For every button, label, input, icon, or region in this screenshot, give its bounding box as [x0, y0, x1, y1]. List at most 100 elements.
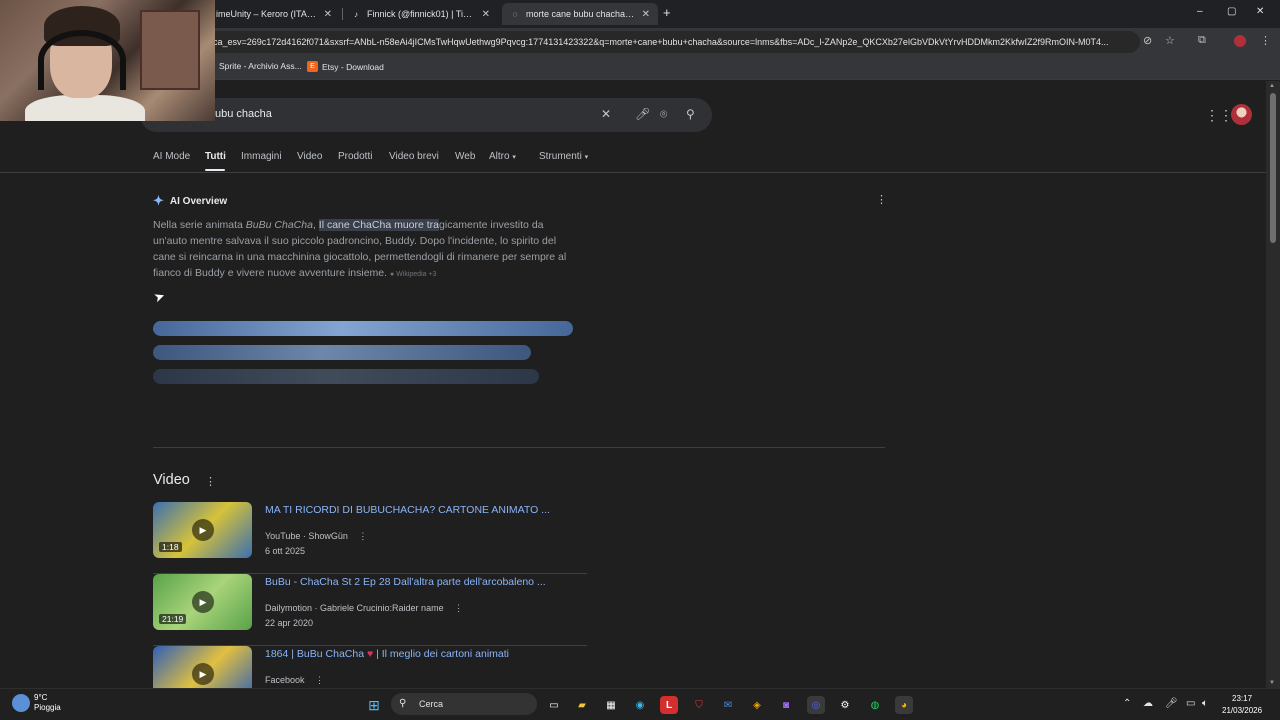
- taskbar-clock[interactable]: 23:17 21/03/2026: [1222, 693, 1262, 717]
- task-view-icon[interactable]: ▭: [545, 696, 563, 714]
- mouse-cursor-icon: ➤: [151, 287, 167, 306]
- source-chip[interactable]: ● Wikipedia +3: [390, 271, 436, 278]
- tab-all[interactable]: Tutti: [205, 151, 226, 162]
- scroll-up-icon[interactable]: ▲: [1269, 83, 1275, 89]
- close-window-button[interactable]: ✕: [1256, 6, 1264, 17]
- ai-text-part: ,: [312, 219, 319, 231]
- app-l-icon[interactable]: L: [660, 696, 678, 714]
- spotify-icon[interactable]: ◍: [866, 696, 884, 714]
- file-explorer-icon[interactable]: ▰: [573, 696, 591, 714]
- minimize-button[interactable]: –: [1197, 6, 1203, 17]
- close-icon[interactable]: ✕: [482, 9, 490, 20]
- discord-icon[interactable]: ◎: [807, 696, 825, 714]
- tab-more[interactable]: Altro ▾: [489, 151, 516, 162]
- tab-tools-label: Strumenti: [539, 151, 582, 162]
- video-title-link[interactable]: BuBu - ChaCha St 2 Ep 28 Dall'altra part…: [265, 576, 546, 588]
- onedrive-icon[interactable]: ☁: [1143, 698, 1153, 709]
- rain-cloud-icon: [12, 694, 30, 712]
- more-options-icon[interactable]: ⋮: [876, 193, 887, 206]
- weather-widget[interactable]: 9°C Pioggia: [12, 693, 61, 713]
- webcam-overlay: [0, 0, 215, 121]
- scrollbar-thumb[interactable]: [1270, 93, 1276, 243]
- browser-tab-animeunity[interactable]: imeUnity – Keroro (ITA) Stre ✕: [208, 3, 340, 25]
- more-options-icon[interactable]: ⋮: [358, 531, 367, 541]
- headset: [38, 30, 126, 90]
- close-icon[interactable]: ✕: [642, 9, 650, 20]
- tab-products[interactable]: Prodotti: [338, 151, 372, 162]
- ai-overview-header: ✦ AI Overview: [153, 193, 227, 209]
- chevron-down-icon: ▾: [512, 154, 516, 161]
- twitch-icon[interactable]: ◙: [777, 696, 795, 714]
- bookmark-sprite[interactable]: Sprite - Archivio Ass...: [219, 61, 302, 71]
- video-source: YouTube · ShowGün ⋮: [265, 531, 367, 542]
- mail-icon[interactable]: ✉: [719, 696, 737, 714]
- maximize-button[interactable]: ▢: [1227, 6, 1236, 17]
- search-query[interactable]: ubu chacha: [215, 108, 272, 120]
- video-thumbnail[interactable]: ▶: [153, 646, 252, 688]
- bookmark-etsy[interactable]: E Etsy - Download: [307, 61, 384, 72]
- tab-label: imeUnity – Keroro (ITA) Stre: [216, 9, 318, 19]
- video-result[interactable]: ▶ 1:18 MA TI RICORDI DI BUBUCHACHA? CART…: [153, 502, 587, 574]
- bookmark-label: Etsy - Download: [322, 61, 384, 72]
- star-icon[interactable]: ☆: [1165, 34, 1175, 47]
- loading-bar: [153, 369, 539, 384]
- browser-tab-tiktok[interactable]: ♪ Finnick (@finnick01) | TikTok ✕: [343, 3, 498, 25]
- lens-icon[interactable]: ⌾: [660, 107, 667, 122]
- video-thumbnail[interactable]: ▶ 21:19: [153, 574, 252, 630]
- sparkle-icon: ✦: [153, 193, 164, 208]
- video-result[interactable]: ▶ 21:19 BuBu - ChaCha St 2 Ep 28 Dall'al…: [153, 574, 587, 646]
- scroll-down-icon[interactable]: ▼: [1269, 680, 1275, 686]
- edge-icon[interactable]: ◉: [631, 696, 649, 714]
- tab-tools[interactable]: Strumenti ▾: [539, 151, 588, 162]
- more-options-icon[interactable]: ⋮: [454, 603, 463, 613]
- ai-text-highlight: Il cane ChaCha muore tra: [318, 219, 440, 231]
- steam-icon[interactable]: ⚙: [836, 696, 854, 714]
- more-options-icon[interactable]: ⋮: [315, 675, 324, 685]
- divider: [153, 447, 885, 448]
- new-tab-button[interactable]: +: [663, 5, 671, 20]
- microphone-icon[interactable]: 🎤︎: [1165, 698, 1178, 709]
- volume-icon[interactable]: 🔈︎: [1202, 698, 1208, 709]
- extensions-icon[interactable]: ⧉: [1198, 34, 1206, 47]
- tab-short-videos[interactable]: Video brevi: [389, 151, 439, 162]
- video-thumbnail[interactable]: ▶ 1:18: [153, 502, 252, 558]
- weather-temp: 9°C: [34, 693, 48, 702]
- search-results-page: ubu chacha ✕ 🎤︎ ⌾ ⚲ ⋮ ⋮ ⋮ AI Mode Tutti Im…: [0, 81, 1266, 688]
- network-icon[interactable]: ▭: [1186, 698, 1195, 709]
- video-title-link[interactable]: 1864 | BuBu ChaCha ♥ | Il meglio dei car…: [265, 648, 509, 660]
- eye-off-icon[interactable]: ⊘: [1143, 34, 1152, 47]
- taskbar-search-label: Cerca: [419, 699, 444, 709]
- microsoft-store-icon[interactable]: ▦: [602, 696, 620, 714]
- clear-icon[interactable]: ✕: [601, 107, 611, 121]
- source-label: Wikipedia +3: [396, 271, 437, 278]
- chrome-icon[interactable]: ◕: [895, 696, 913, 714]
- profile-avatar-icon[interactable]: [1234, 35, 1246, 47]
- microphone-icon[interactable]: 🎤︎: [635, 107, 650, 121]
- mcafee-icon[interactable]: ⛉: [690, 696, 708, 714]
- video-title-part: | Il meglio dei cartoni animati: [373, 648, 509, 660]
- tab-ai-mode[interactable]: AI Mode: [153, 151, 190, 162]
- loading-bar: [153, 321, 573, 336]
- menu-icon[interactable]: ⋮: [1260, 34, 1271, 47]
- video-title-link[interactable]: MA TI RICORDI DI BUBUCHACHA? CARTONE ANI…: [265, 504, 550, 516]
- search-icon[interactable]: ⚲: [686, 107, 695, 121]
- more-options-icon[interactable]: ⋮: [205, 475, 216, 488]
- search-icon: ⚲: [399, 698, 407, 709]
- video-result[interactable]: ▶ 1864 | BuBu ChaCha ♥ | Il meglio dei c…: [153, 646, 587, 688]
- search-box[interactable]: ubu chacha ✕ 🎤︎ ⌾ ⚲: [140, 98, 712, 132]
- tab-videos[interactable]: Video: [297, 151, 322, 162]
- video-source: Dailymotion · Gabriele Crucinio:Raider n…: [265, 603, 463, 614]
- avatar[interactable]: [1231, 104, 1252, 125]
- browser-tab-google[interactable]: ◌ morte cane bubu chacha - Cerc ✕: [502, 3, 658, 25]
- tray-overflow-icon[interactable]: ⌃: [1123, 698, 1131, 709]
- tab-web[interactable]: Web: [455, 151, 475, 162]
- page-scrollbar[interactable]: ▲ ▼: [1266, 81, 1280, 688]
- taskbar-search[interactable]: ⚲ Cerca: [391, 693, 537, 715]
- tab-images[interactable]: Immagini: [241, 151, 282, 162]
- address-bar[interactable]: ca_esv=269c172d4162f071&sxsrf=ANbL-n58eA…: [120, 31, 1140, 53]
- clock-time: 23:17: [1232, 694, 1253, 703]
- close-icon[interactable]: ✕: [324, 9, 332, 20]
- windows-start-icon[interactable]: ⊞: [365, 696, 383, 714]
- game-app-icon[interactable]: ◈: [748, 696, 766, 714]
- ai-overview-text: Nella serie animata BuBu ChaCha, Il cane…: [153, 217, 573, 283]
